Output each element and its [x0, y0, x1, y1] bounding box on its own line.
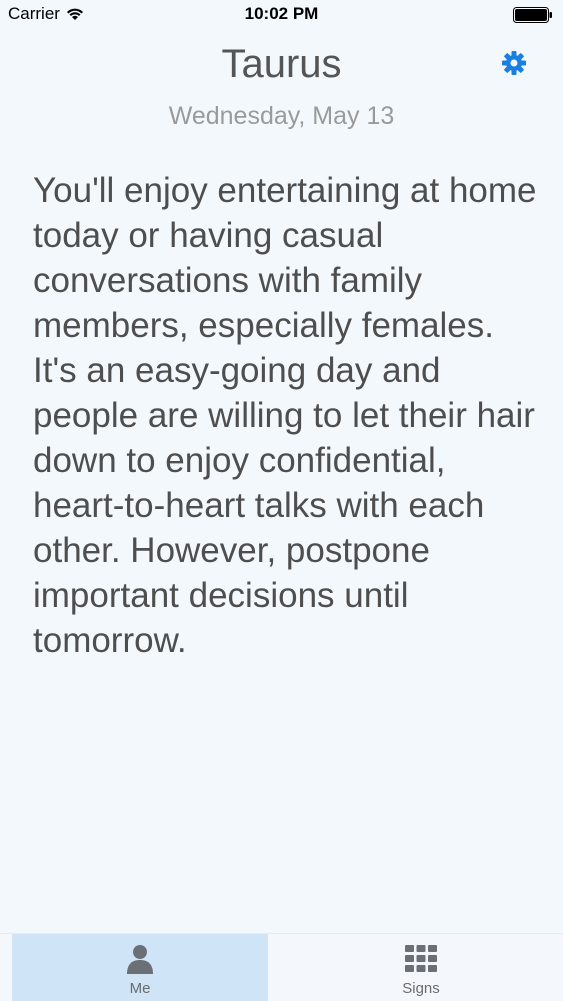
battery-icon — [513, 7, 552, 23]
settings-button[interactable] — [500, 49, 528, 77]
date-label: Wednesday, May 13 — [168, 102, 395, 130]
person-icon — [127, 945, 153, 974]
horoscope-text: You'll enjoy entertaining at home today … — [33, 171, 537, 660]
status-time: 10:02 PM — [244, 4, 319, 23]
tab-signs[interactable]: Signs — [293, 934, 549, 1001]
gear-icon — [502, 51, 526, 75]
tab-bar: Me Signs — [0, 933, 563, 1001]
tab-me[interactable]: Me — [12, 934, 268, 1001]
page-title: Taurus — [221, 42, 342, 86]
status-bar: Carrier 10:02 PM — [0, 0, 563, 30]
tab-me-label: Me — [129, 980, 151, 997]
tab-signs-label: Signs — [402, 980, 440, 997]
grid-icon — [405, 945, 437, 972]
